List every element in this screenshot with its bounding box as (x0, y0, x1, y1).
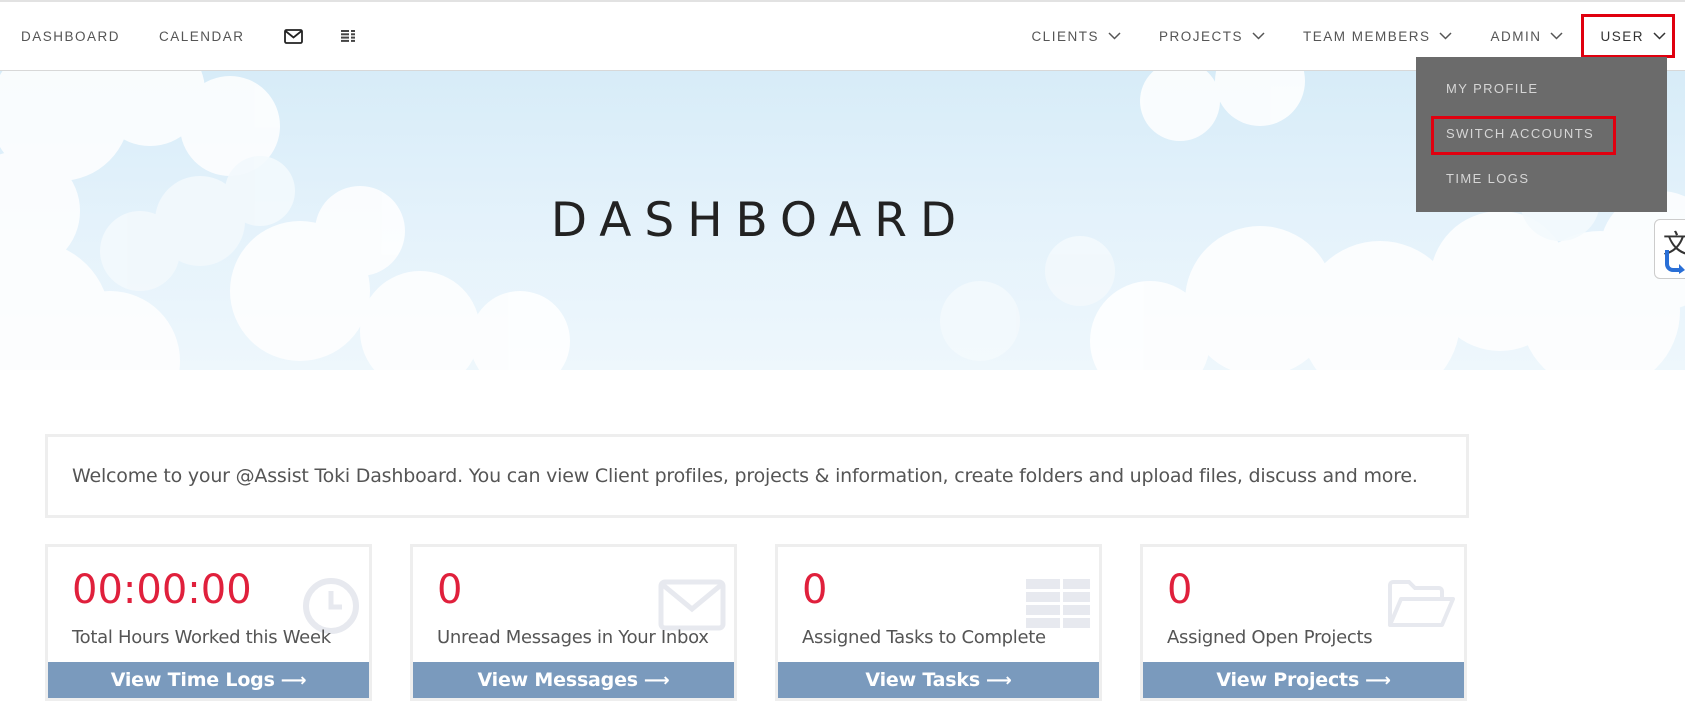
user-dropdown-menu: MY PROFILE SWITCH ACCOUNTS TIME LOGS (1416, 57, 1667, 212)
tasks-icon (1026, 579, 1090, 629)
chevron-down-icon (1439, 32, 1453, 40)
button-label: View Projects (1216, 669, 1360, 691)
card-tasks: 0 Assigned Tasks to Complete View Tasks ⟶ (775, 544, 1102, 701)
card-value: 0 (1167, 567, 1193, 613)
card-messages: 0 Unread Messages in Your Inbox View Mes… (410, 544, 737, 701)
view-projects-button[interactable]: View Projects ⟶ (1143, 662, 1464, 698)
nav-clients-label: CLIENTS (1031, 28, 1099, 44)
chevron-down-icon (1108, 32, 1121, 40)
nav-clients[interactable]: CLIENTS (1011, 2, 1139, 70)
envelope-icon[interactable] (283, 2, 303, 70)
button-label: View Messages (477, 669, 639, 691)
card-value: 0 (802, 567, 828, 613)
nav-projects[interactable]: PROJECTS (1139, 2, 1283, 70)
menu-item-time-logs[interactable]: TIME LOGS (1446, 171, 1529, 186)
nav-calendar[interactable]: CALENDAR (159, 2, 245, 70)
card-projects: 0 Assigned Open Projects View Projects ⟶ (1140, 544, 1467, 701)
translate-widget[interactable]: 文 (1654, 219, 1685, 279)
button-label: View Time Logs (110, 669, 275, 691)
view-time-logs-button[interactable]: View Time Logs ⟶ (48, 662, 369, 698)
welcome-text: Welcome to your @Assist Toki Dashboard. … (72, 465, 1418, 487)
arrow-right-icon: ⟶ (985, 669, 1012, 691)
view-messages-button[interactable]: View Messages ⟶ (413, 662, 734, 698)
nav-admin-label: ADMIN (1490, 28, 1542, 44)
chevron-down-icon (1252, 32, 1265, 40)
chevron-down-icon (1653, 32, 1666, 40)
card-value: 0 (437, 567, 463, 613)
page-title: DASHBOARD (550, 193, 970, 248)
nav-dashboard[interactable]: DASHBOARD (21, 2, 120, 70)
card-time-logs: 00:00:00 Total Hours Worked this Week Vi… (45, 544, 372, 701)
view-tasks-button[interactable]: View Tasks ⟶ (778, 662, 1099, 698)
card-label: Assigned Tasks to Complete (802, 627, 1046, 648)
tasks-icon[interactable] (340, 2, 355, 70)
welcome-panel: Welcome to your @Assist Toki Dashboard. … (45, 434, 1469, 518)
button-label: View Tasks (865, 669, 980, 691)
card-label: Total Hours Worked this Week (72, 627, 331, 648)
nav-team-members-label: TEAM MEMBERS (1302, 28, 1431, 44)
envelope-icon (658, 579, 726, 631)
arrow-right-icon: ⟶ (643, 669, 670, 691)
chevron-down-icon (1550, 32, 1564, 40)
nav-user-label: USER (1600, 28, 1644, 44)
card-label: Unread Messages in Your Inbox (437, 627, 709, 648)
folder-open-icon (1388, 580, 1455, 627)
nav-projects-label: PROJECTS (1158, 28, 1243, 44)
arrow-right-icon: ⟶ (280, 669, 307, 691)
nav-left: DASHBOARD CALENDAR (0, 2, 393, 70)
card-label: Assigned Open Projects (1167, 627, 1373, 648)
nav-user[interactable]: USER (1581, 14, 1675, 58)
menu-item-my-profile[interactable]: MY PROFILE (1446, 81, 1539, 96)
card-value: 00:00:00 (72, 567, 252, 613)
menu-item-switch-accounts[interactable]: SWITCH ACCOUNTS (1446, 126, 1594, 141)
arrow-right-icon: ⟶ (1365, 669, 1391, 691)
